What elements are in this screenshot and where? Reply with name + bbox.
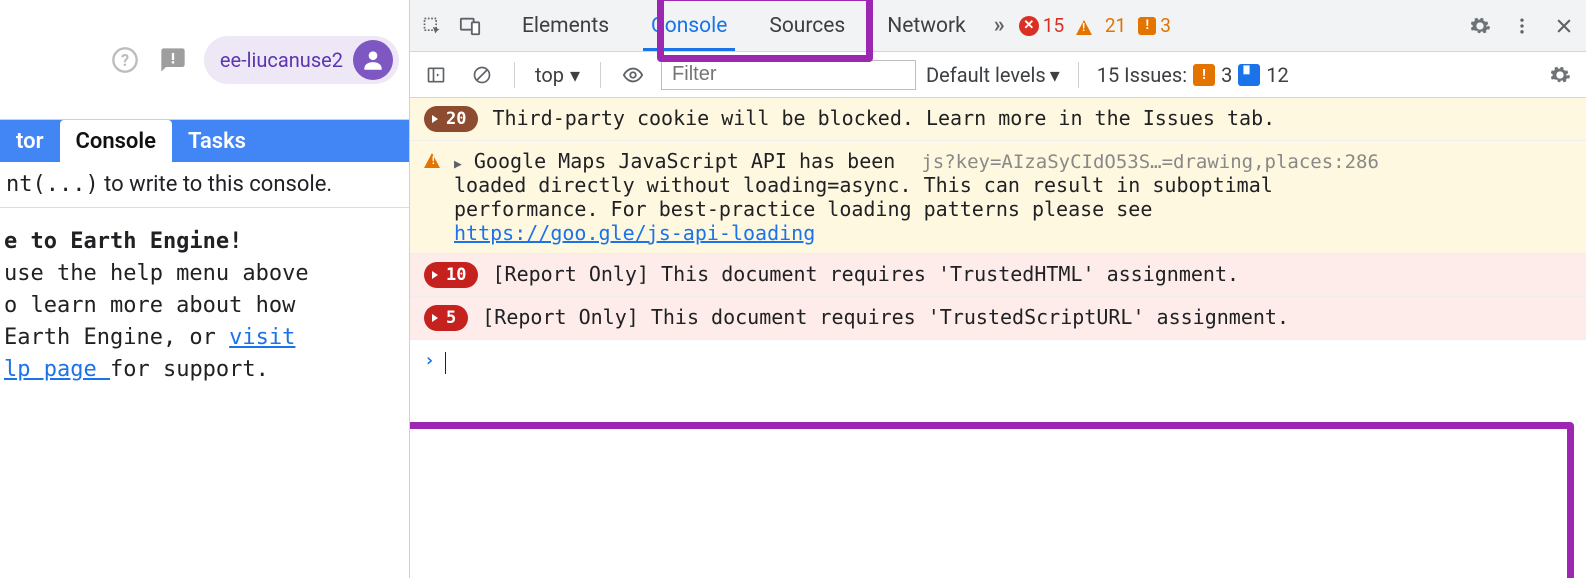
error-count[interactable]: ✕15 — [1015, 14, 1068, 37]
expand-caret-icon[interactable]: ▶ — [454, 157, 462, 172]
console-message-gmaps-warning[interactable]: ▶ Google Maps JavaScript API has been js… — [410, 141, 1586, 254]
error-warning-counts: ✕15 21 !3 — [1015, 14, 1175, 37]
ee-tab-tasks[interactable]: Tasks — [172, 120, 262, 162]
log-level-selector[interactable]: Default levels ▾ — [926, 63, 1060, 87]
ee-top-bar: ? ee-liucanuse2 — [0, 0, 409, 120]
warning-count[interactable]: 21 — [1072, 14, 1130, 37]
issue-count[interactable]: !3 — [1134, 14, 1175, 37]
console-messages: 20 Third-party cookie will be blocked. L… — [410, 98, 1586, 578]
chevron-down-icon: ▾ — [570, 63, 580, 87]
hint-code: nt(...) — [6, 172, 99, 197]
help-icon[interactable]: ? — [108, 43, 142, 77]
username-label: ee-liucanuse2 — [220, 48, 343, 72]
live-expression-icon[interactable] — [615, 57, 651, 93]
user-account-pill[interactable]: ee-liucanuse2 — [204, 36, 399, 84]
hint-text: to write to this console. — [99, 172, 333, 197]
help-page-link[interactable]: lp page — [4, 357, 110, 382]
close-devtools-icon[interactable] — [1546, 8, 1582, 44]
ee-tab-inspector[interactable]: tor — [0, 120, 60, 162]
console-message-trustedhtml-error[interactable]: 10 [Report Only] This document requires … — [410, 254, 1586, 297]
message-text: [Report Only] This document requires 'Tr… — [492, 262, 1572, 286]
message-text: ▶ Google Maps JavaScript API has been js… — [454, 149, 1572, 245]
highlight-box-console-input — [410, 422, 1574, 578]
tab-console[interactable]: Console — [631, 0, 747, 51]
welcome-line-4: lp page for support. — [4, 354, 405, 386]
welcome-line-2: o learn more about how — [4, 290, 405, 322]
visit-link[interactable]: visit — [229, 325, 295, 350]
message-count-pill[interactable]: 20 — [424, 106, 478, 132]
message-text: Third-party cookie will be blocked. Lear… — [492, 106, 1572, 130]
console-toolbar: top ▾ Default levels ▾ 15 Issues: !3 ▘12 — [410, 52, 1586, 98]
sidebar-toggle-icon[interactable] — [418, 57, 454, 93]
welcome-line-3: Earth Engine, or visit — [4, 322, 405, 354]
ee-console-hint: nt(...) to write to this console. — [0, 162, 409, 208]
tab-network[interactable]: Network — [867, 0, 986, 51]
inspect-element-icon[interactable] — [414, 8, 450, 44]
feedback-icon[interactable] — [156, 43, 190, 77]
kebab-menu-icon[interactable] — [1504, 8, 1540, 44]
issues-link[interactable]: 15 Issues: !3 ▘12 — [1097, 63, 1289, 87]
earth-engine-panel: ? ee-liucanuse2 tor Console Tasks nt(...… — [0, 0, 410, 578]
tabs-overflow-icon[interactable]: » — [988, 13, 1011, 38]
prompt-chevron-icon: › — [424, 350, 435, 371]
issue-badge-info-icon: ▘ — [1238, 64, 1260, 86]
welcome-title: e to Earth Engine! — [4, 226, 405, 258]
console-prompt[interactable]: › — [410, 340, 1586, 384]
tab-elements[interactable]: Elements — [502, 0, 629, 51]
devtools-tab-bar: Elements Console Sources Network » ✕15 2… — [410, 0, 1586, 52]
ee-tab-bar: tor Console Tasks — [0, 120, 409, 162]
console-settings-icon[interactable] — [1542, 57, 1578, 93]
console-message-trustedscripturl-error[interactable]: 5 [Report Only] This document requires '… — [410, 297, 1586, 340]
message-count-pill[interactable]: 5 — [424, 305, 468, 331]
message-text: [Report Only] This document requires 'Tr… — [482, 305, 1572, 329]
device-toggle-icon[interactable] — [452, 8, 488, 44]
avatar — [353, 40, 393, 80]
message-source[interactable]: js?key=AIzaSyCIdO53S…=drawing,places:286 — [921, 151, 1379, 173]
chevron-down-icon: ▾ — [1050, 63, 1060, 87]
context-selector[interactable]: top ▾ — [529, 59, 586, 91]
text-cursor — [445, 352, 446, 374]
ee-welcome-block: e to Earth Engine! use the help menu abo… — [0, 208, 409, 397]
clear-console-icon[interactable] — [464, 57, 500, 93]
message-count-pill[interactable]: 10 — [424, 262, 478, 288]
welcome-line-1: use the help menu above — [4, 258, 405, 290]
ee-tab-console[interactable]: Console — [60, 120, 172, 162]
settings-icon[interactable] — [1462, 8, 1498, 44]
warning-triangle-icon — [424, 149, 440, 168]
issue-badge-major-icon: ! — [1193, 64, 1215, 86]
devtools-panel: Elements Console Sources Network » ✕15 2… — [410, 0, 1586, 578]
gmaps-loading-link[interactable]: https://goo.gle/js-api-loading — [454, 221, 815, 245]
tab-sources[interactable]: Sources — [749, 0, 865, 51]
console-message-cookie-warning[interactable]: 20 Third-party cookie will be blocked. L… — [410, 98, 1586, 141]
svg-text:?: ? — [121, 50, 129, 69]
filter-input[interactable] — [661, 60, 916, 90]
